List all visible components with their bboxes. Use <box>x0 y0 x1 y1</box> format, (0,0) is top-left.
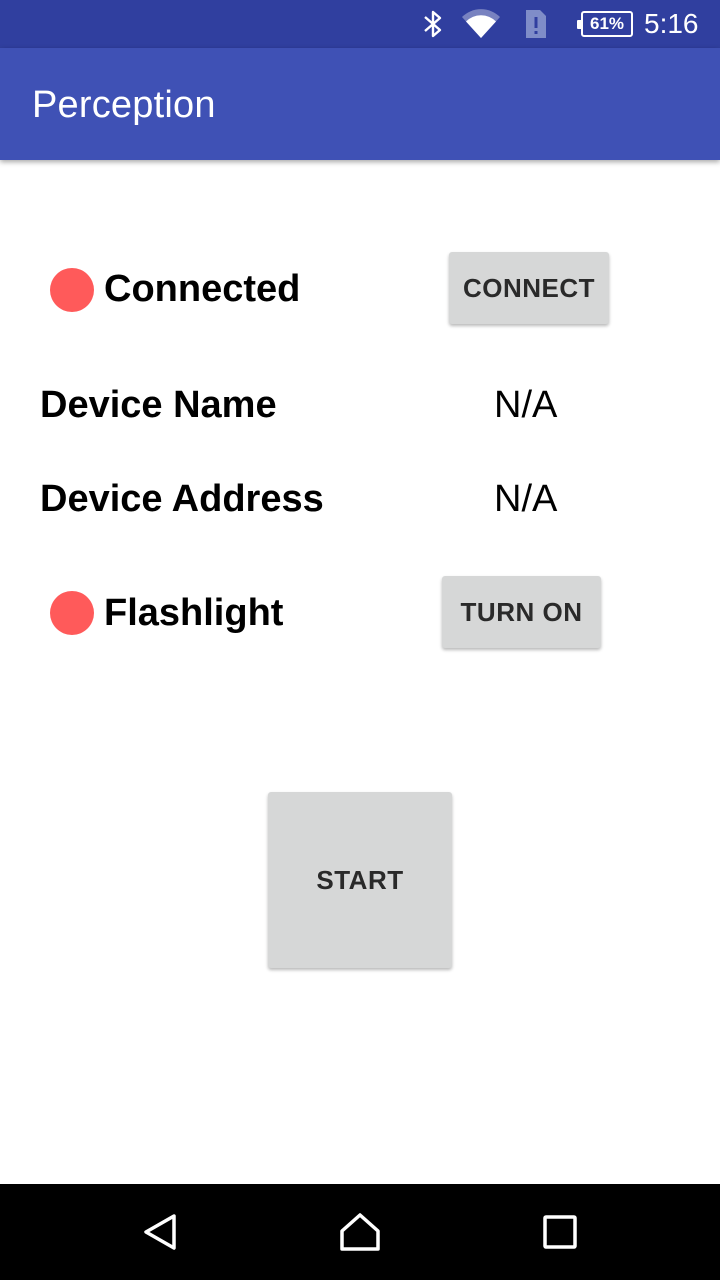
battery-level: 61% <box>577 11 633 37</box>
flashlight-status-label: Flashlight <box>104 592 284 634</box>
recents-icon[interactable] <box>500 1184 620 1280</box>
sim-alert-icon <box>520 0 552 48</box>
connect-button[interactable]: CONNECT <box>449 252 609 324</box>
device-name-label: Device Name <box>40 384 277 426</box>
navigation-bar <box>0 1184 720 1280</box>
connection-status-indicator <box>50 268 94 312</box>
app-screen: 61% 5:16 Perception Connected CONNECT De… <box>0 0 720 1280</box>
turn-on-button[interactable]: TURN ON <box>442 576 601 648</box>
device-name-value: N/A <box>494 384 558 426</box>
app-bar: Perception <box>0 48 720 160</box>
device-address-value: N/A <box>494 478 558 520</box>
bluetooth-icon <box>418 0 448 48</box>
status-bar: 61% 5:16 <box>0 0 720 48</box>
wifi-icon <box>458 0 504 48</box>
battery-icon: 61% <box>577 0 636 48</box>
flashlight-status-indicator <box>50 591 94 635</box>
home-icon[interactable] <box>300 1184 420 1280</box>
app-title: Perception <box>32 84 216 126</box>
start-button[interactable]: START <box>268 792 452 968</box>
device-address-label: Device Address <box>40 478 324 520</box>
connection-status-label: Connected <box>104 268 301 310</box>
clock: 5:16 <box>644 8 699 39</box>
back-icon[interactable] <box>100 1184 220 1280</box>
